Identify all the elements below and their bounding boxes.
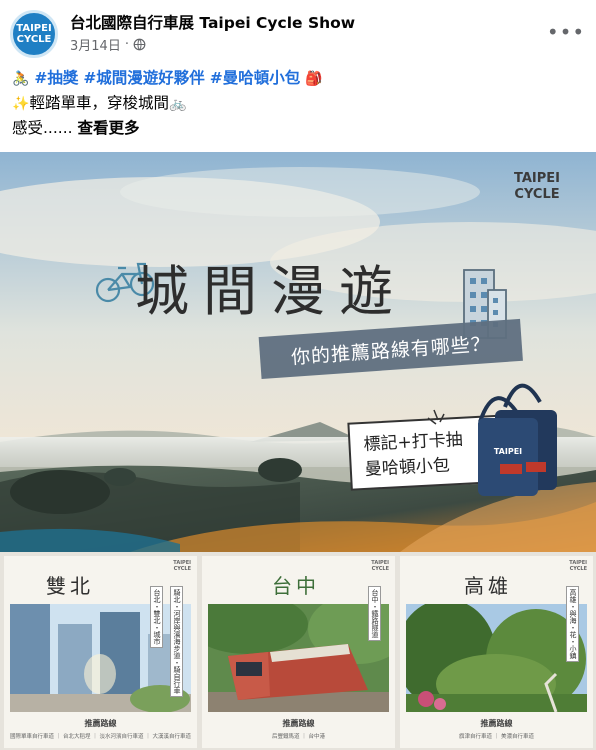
hero-illustration: TAIPEI CYCLE 城間漫遊 你的推薦路線有哪些？ 標記+打卡抽 曼哈頓小… xyxy=(0,152,596,552)
thumb-vertical-label: 台北・雙北・城市 xyxy=(150,586,163,648)
thumb-title: 台中 xyxy=(272,574,320,598)
avatar-text-bottom: CYCLE xyxy=(16,34,52,45)
thumb-vertical-label: 騎北・河岸與濱海步道・騎自行車 xyxy=(170,586,183,697)
hero-brand-logo: TAIPEI CYCLE xyxy=(514,171,560,202)
page-avatar[interactable]: TAIPEI CYCLE xyxy=(10,10,58,58)
post-text-line-3: 感受...... 查看更多 xyxy=(12,116,582,140)
thumb-photo-garden xyxy=(406,604,587,712)
thumb-logo-line2: CYCLE xyxy=(173,566,191,572)
hero-brand-line1: TAIPEI xyxy=(514,171,560,186)
globe-icon xyxy=(133,38,146,51)
avatar-text-top: TAIPEI xyxy=(16,23,52,34)
post-text-line-2: ✨輕踏單車，穿梭城間🚲 xyxy=(12,91,582,116)
thumbnail-kaohsiung[interactable]: TAIPEI CYCLE 高雄 高雄・與海・花・小鎮 推薦路線 旗津自行車道 ｜… xyxy=(400,556,593,748)
meta-separator: · xyxy=(124,37,129,52)
post-text-line-1: 🚴 #抽獎 #城間漫遊好夥伴 #曼哈頓小包 🎒 xyxy=(12,66,582,91)
thumb-caption: 推薦路線 xyxy=(480,719,513,728)
thumb-vertical-label: 台中・鐵路隧道 xyxy=(368,586,381,641)
backpack-emoji: 🎒 xyxy=(305,71,323,87)
post-date-link[interactable]: 3月14日 xyxy=(70,35,121,54)
thumb-logo: TAIPEI CYCLE xyxy=(569,560,587,572)
thumb-title: 高雄 xyxy=(464,574,512,598)
sparkles-emoji: ✨ xyxy=(12,96,30,112)
page-name-link[interactable]: 台北國際自行車展 Taipei Cycle Show xyxy=(70,11,355,33)
post-text: 🚴 #抽獎 #城間漫遊好夥伴 #曼哈頓小包 🎒 ✨輕踏單車，穿梭城間🚲 感受..… xyxy=(12,66,582,140)
thumbnail-shuangbei[interactable]: TAIPEI CYCLE 雙北 台北・雙北・城市 騎北・河岸與濱海步道・騎自行車… xyxy=(4,556,197,748)
thumb-logo: TAIPEI CYCLE xyxy=(371,560,389,572)
thumb-title: 雙北 xyxy=(46,574,94,598)
post-meta: 3月14日 · xyxy=(70,35,146,54)
thumbnail-taichung[interactable]: TAIPEI CYCLE 台中 台中・鐵路隧道 推薦路線 后豐鐵馬道 ｜ 台中港 xyxy=(202,556,395,748)
post-image-thumbnails: TAIPEI CYCLE 雙北 台北・雙北・城市 騎北・河岸與濱海步道・騎自行車… xyxy=(0,552,596,750)
thumb-routes: 后豐鐵馬道 ｜ 台中港 xyxy=(272,734,325,740)
post-text-body: 輕踏單車，穿梭城間 xyxy=(29,94,169,112)
bag-label: TAIPEI xyxy=(494,447,522,456)
thumb-caption: 推薦路線 xyxy=(282,719,315,728)
hashtag-link[interactable]: #抽獎 xyxy=(34,69,78,87)
post-text-body: 感受...... xyxy=(12,119,73,137)
thumb-logo-line2: CYCLE xyxy=(569,566,587,572)
thumb-vertical-label: 高雄・與海・花・小鎮 xyxy=(566,586,579,662)
thumb-logo-line2: CYCLE xyxy=(371,566,389,572)
thumb-logo: TAIPEI CYCLE xyxy=(173,560,191,572)
bike-emoji: 🚴 xyxy=(12,71,30,87)
post-header: TAIPEI CYCLE 台北國際自行車展 Taipei Cycle Show … xyxy=(0,0,596,64)
thumb-routes: 國際單車自行車道 ｜ 台北大稻埕 ｜ 淡水河濱自行車道 ｜ 大漢溪自行車道 xyxy=(10,734,191,740)
hero-title: 城間漫遊 xyxy=(135,260,407,323)
see-more-link[interactable]: 查看更多 xyxy=(78,119,140,137)
more-options-icon: ••• xyxy=(546,20,586,44)
thumb-photo-train xyxy=(208,604,389,712)
hashtag-link[interactable]: #城間漫遊好夥伴 xyxy=(83,69,205,87)
bicycle-emoji: 🚲 xyxy=(168,96,187,112)
thumb-caption: 推薦路線 xyxy=(84,719,117,728)
hashtag-link[interactable]: #曼哈頓小包 xyxy=(210,69,301,87)
post-image-main[interactable]: TAIPEI CYCLE 城間漫遊 你的推薦路線有哪些？ 標記+打卡抽 曼哈頓小… xyxy=(0,152,596,552)
thumb-photo-city xyxy=(10,604,191,712)
hero-brand-line2: CYCLE xyxy=(514,187,559,202)
more-options-button[interactable]: ••• xyxy=(546,16,586,48)
thumb-routes: 旗津自行車道 ｜ 美濃自行車道 xyxy=(459,734,534,740)
